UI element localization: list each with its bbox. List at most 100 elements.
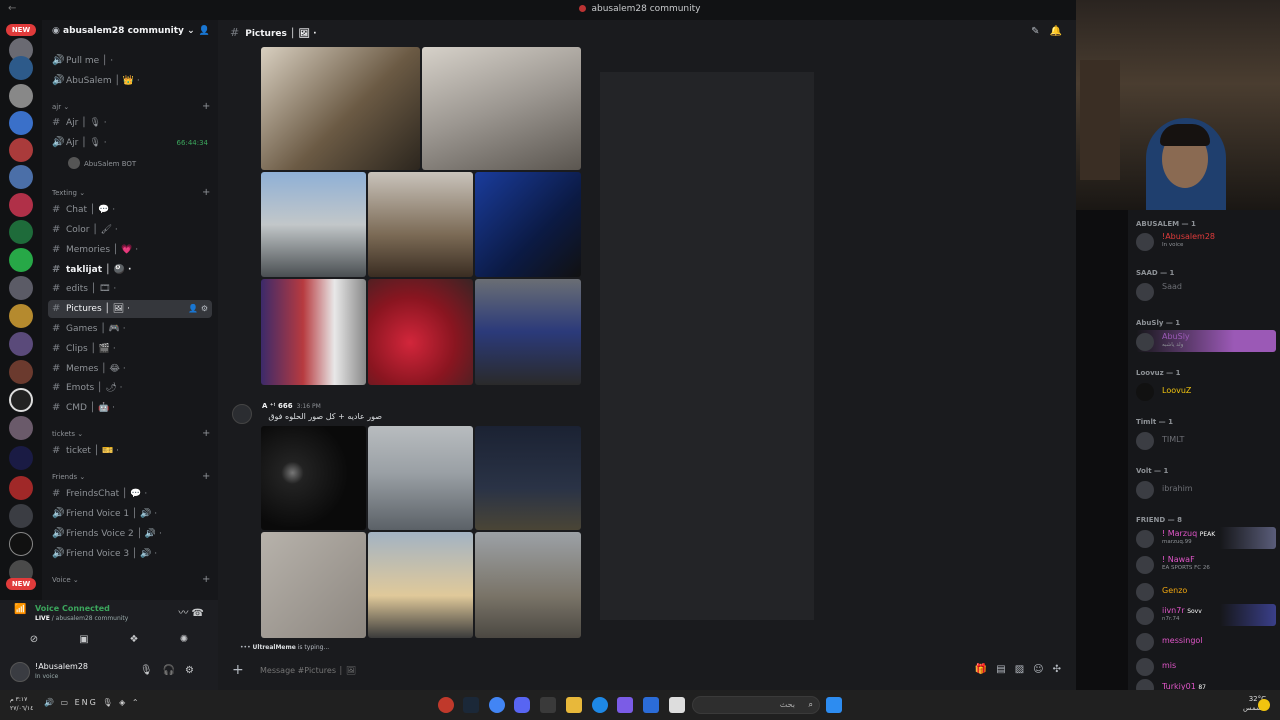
add-channel-icon[interactable]: + [202,428,210,439]
server-icon[interactable] [9,360,33,384]
photo-night-sky[interactable] [261,426,366,530]
screen-share-button[interactable]: ▣ [62,631,106,649]
app-icon[interactable] [438,697,454,713]
server-icon[interactable] [9,193,33,217]
add-channel-icon[interactable]: + [202,471,210,482]
volume-icon[interactable]: 🔊 [44,698,56,707]
voice-status[interactable]: Voice Connected [35,604,110,613]
server-icon[interactable] [9,504,33,528]
photo-dusk[interactable] [475,426,581,530]
channel-edits[interactable]: # edits │ 🎞 · [48,280,212,298]
channel-chat[interactable]: # Chat │ 💬 · [48,201,212,219]
threads-icon[interactable]: ✎ [1031,26,1049,37]
photo-mountains[interactable] [475,532,581,638]
photo-sunset[interactable] [368,532,473,638]
category-tickets[interactable]: tickets ⌄ + [52,428,210,439]
add-attachment-icon[interactable]: + [232,662,244,678]
voice-user[interactable]: AbuSalem BOT [68,157,136,169]
member-item[interactable]: AbuSly ولد ياشبه [1136,330,1276,352]
channel-games[interactable]: # Games │ 🎮 · [48,320,212,338]
server-icon[interactable] [9,304,33,328]
discord-icon[interactable] [514,697,530,713]
photo-jerseys[interactable] [261,279,366,385]
member-item[interactable]: ! Marzuq PEAK marzuq.99 [1136,527,1276,549]
channel-ticket[interactable]: # ticket │ 🎫 · [48,442,212,460]
member-item[interactable]: !Abusalem28 In voice [1136,230,1276,252]
mic-icon[interactable]: 🎙 [140,665,163,676]
author-name[interactable]: A ⁺ꜝ 666 [262,402,293,410]
server-icon[interactable] [9,532,33,556]
server-icon[interactable] [9,165,33,189]
member-item[interactable]: Genzo [1136,580,1276,602]
user-controls[interactable]: 🎙🎧⚙ [140,665,204,676]
member-item[interactable]: Saad [1136,280,1276,302]
server-icon[interactable] [9,84,33,108]
member-item[interactable]: Turkiy01 87 [1136,676,1276,690]
server-icon[interactable] [9,416,33,440]
activities-button[interactable]: ❖ [112,631,156,649]
camera-off-button[interactable]: ⊘ [12,631,56,649]
photo-car-window[interactable] [261,172,366,277]
category-voice[interactable]: Voice ⌄ + [52,574,210,585]
server-header[interactable]: ◉ abusalem28 community ⌄ 👤 [42,20,218,46]
server-icon[interactable] [9,220,33,244]
channel-ajr-2[interactable]: 🔊 Ajr │ 🎙 · 66:44:34 [48,134,212,152]
category-texting[interactable]: Texting ⌄ + [52,187,210,198]
channel-taklijat[interactable]: # taklijat │ 🎱 · [48,261,212,279]
bell-icon[interactable]: 🔔 [1050,26,1072,37]
user-name[interactable]: !Abusalem28 [35,662,88,671]
channel-clips[interactable]: # Clips │ 🎬 · [48,340,212,358]
soundboard-button[interactable]: ✺ [162,631,206,649]
channel-friend-voice-1[interactable]: 🔊 Friend Voice 1 │ 🔊 · [48,505,212,523]
photo-cafe-table[interactable] [422,47,581,170]
category-friends[interactable]: Friends ⌄ + [52,471,210,482]
avatar[interactable] [232,404,252,424]
photo-coffee[interactable] [261,47,420,170]
channel-abusalem[interactable]: 🔊 AbuSalem │ 👑 · [48,72,212,90]
member-item[interactable]: ibrahim [1136,478,1276,500]
channel-pull-me[interactable]: 🔊 Pull me │ · [48,52,212,70]
add-member-icon[interactable]: 👤 [199,26,210,36]
member-item[interactable]: LoovuZ [1136,380,1276,402]
gift-icon[interactable]: 🎁 [975,664,996,675]
photo-cracked-wall[interactable] [261,532,366,638]
taskbar-search[interactable]: بحث ⌕ [692,696,820,714]
photo-balls[interactable] [368,279,473,385]
network-icon[interactable]: ▭ [61,698,71,707]
taskbar-clock[interactable]: ٣:١٧ م ٢٧/٠٦/١٤ [10,695,33,713]
channel-settings-icon[interactable]: 👤 ⚙ [188,300,208,318]
channel-memories[interactable]: # Memories │ 💗 · [48,241,212,259]
member-item[interactable]: TIMLT [1136,429,1276,451]
language-indicator[interactable]: ENG [75,698,98,707]
chrome-icon[interactable] [489,697,505,713]
server-icon[interactable] [9,56,33,80]
member-item[interactable]: ! NawaF EA SPORTS FC 26 [1136,553,1276,575]
channel-pictures[interactable]: # Pictures │ 🖼 · 👤 ⚙ [48,300,212,318]
channel-color[interactable]: # Color │ 🖌 · [48,221,212,239]
channel-friend-voice-3[interactable]: 🔊 Friend Voice 3 │ 🔊 · [48,545,212,563]
emoji-icon[interactable]: ☺ [1033,664,1052,675]
channel-memes[interactable]: # Memes │ 😂 · [48,360,212,378]
message-input[interactable] [260,666,760,675]
channel-cmd[interactable]: # CMD │ 🤖 · [48,399,212,417]
message-author[interactable]: A ⁺ꜝ 666 3:16 PM [262,402,321,410]
tray-app-icon[interactable]: ◈ [119,698,127,707]
edge-icon[interactable] [592,697,608,713]
photo-dessert[interactable] [368,172,473,277]
mic-icon[interactable]: 🎙 [102,698,114,707]
server-icon[interactable] [9,276,33,300]
windows-start-icon[interactable] [826,697,842,713]
server-icon[interactable] [9,388,33,412]
headphones-icon[interactable]: 🎧 [163,665,185,676]
gear-icon[interactable]: ⚙ [185,665,204,676]
avatar[interactable] [10,662,30,682]
member-item[interactable]: iivn7r Sovv n7r.74 [1136,604,1276,626]
store-icon[interactable] [540,697,556,713]
photo-inter-jersey[interactable] [475,172,581,277]
chevron-up-icon[interactable]: ⌃ [132,698,141,707]
steam-icon[interactable] [463,697,479,713]
add-channel-icon[interactable]: + [202,187,210,198]
copilot-icon[interactable] [617,697,633,713]
server-icon[interactable] [9,332,33,356]
folder-icon[interactable] [566,697,582,713]
